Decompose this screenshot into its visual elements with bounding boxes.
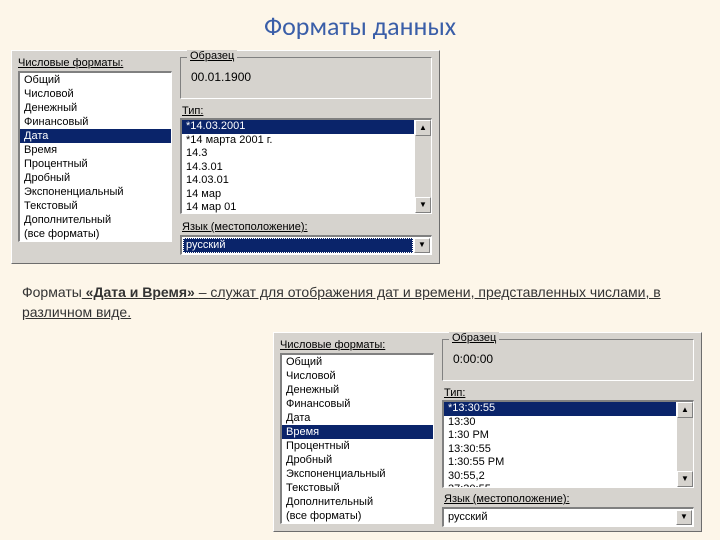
- list-item[interactable]: Процентный: [20, 157, 171, 171]
- list-item[interactable]: Дробный: [282, 453, 433, 467]
- list-item[interactable]: Текстовый: [282, 481, 433, 495]
- language-label: Язык (местоположение):: [444, 493, 570, 505]
- format-category-listbox[interactable]: ОбщийЧисловойДенежныйФинансовыйДатаВремя…: [18, 71, 172, 242]
- language-value: русский: [445, 510, 675, 525]
- list-item[interactable]: 37:30:55: [444, 483, 676, 487]
- list-item[interactable]: 14 мар: [182, 188, 414, 202]
- list-item[interactable]: 13:30:55: [444, 443, 676, 457]
- scroll-up-button[interactable]: ▲: [677, 402, 693, 418]
- list-item[interactable]: Общий: [282, 355, 433, 369]
- language-label: Язык (местоположение):: [182, 221, 308, 233]
- dropdown-arrow-icon[interactable]: ▼: [414, 238, 430, 253]
- scrollbar[interactable]: ▲ ▼: [414, 120, 431, 213]
- list-item[interactable]: (все форматы): [20, 227, 171, 241]
- sample-value: 0:00:00: [453, 352, 493, 366]
- list-item[interactable]: Числовой: [20, 87, 171, 101]
- list-item[interactable]: (все форматы): [282, 509, 433, 523]
- list-item[interactable]: 14.03.01: [182, 174, 414, 188]
- language-dropdown[interactable]: русский ▼: [180, 235, 432, 255]
- format-category-listbox[interactable]: ОбщийЧисловойДенежныйФинансовыйДатаВремя…: [280, 353, 434, 524]
- list-item[interactable]: Денежный: [282, 383, 433, 397]
- list-item[interactable]: Числовой: [282, 369, 433, 383]
- dropdown-arrow-icon[interactable]: ▼: [676, 510, 692, 525]
- type-label: Тип:: [182, 105, 203, 117]
- language-value: русский: [183, 238, 413, 253]
- date-format-panel: Числовые форматы: ОбщийЧисловойДенежныйФ…: [11, 50, 440, 264]
- list-item[interactable]: Дополнительный: [282, 495, 433, 509]
- type-listbox[interactable]: *14.03.2001*14 марта 2001 г.14.314.3.011…: [180, 118, 432, 214]
- time-format-panel: Числовые форматы: ОбщийЧисловойДенежныйФ…: [273, 332, 702, 532]
- list-item[interactable]: Общий: [20, 73, 171, 87]
- sample-value: 00.01.1900: [191, 70, 251, 84]
- description-text: Форматы «Дата и Время» – служат для отоб…: [22, 282, 682, 323]
- language-dropdown[interactable]: русский ▼: [442, 507, 694, 527]
- list-item[interactable]: Время: [282, 425, 433, 439]
- list-item[interactable]: Дата: [20, 129, 171, 143]
- list-item[interactable]: *14 марта 2001 г.: [182, 134, 414, 148]
- type-label: Тип:: [444, 387, 465, 399]
- type-listbox[interactable]: *13:30:5513:301:30 PM13:30:551:30:55 PM3…: [442, 400, 694, 488]
- list-item[interactable]: *13:30:55: [444, 402, 676, 416]
- scroll-down-button[interactable]: ▼: [677, 471, 693, 487]
- list-item[interactable]: Денежный: [20, 101, 171, 115]
- list-item[interactable]: Экспоненциальный: [282, 467, 433, 481]
- list-item[interactable]: Дробный: [20, 171, 171, 185]
- list-item[interactable]: Текстовый: [20, 199, 171, 213]
- list-item[interactable]: Финансовый: [20, 115, 171, 129]
- list-item[interactable]: *14.03.2001: [182, 120, 414, 134]
- scroll-up-button[interactable]: ▲: [415, 120, 431, 136]
- list-item[interactable]: Дополнительный: [20, 213, 171, 227]
- list-item[interactable]: 30:55,2: [444, 470, 676, 484]
- list-item[interactable]: 14.3.01: [182, 161, 414, 175]
- page-title: Форматы данных: [0, 10, 720, 42]
- sample-group: Образец 0:00:00: [442, 339, 694, 381]
- scrollbar[interactable]: ▲ ▼: [676, 402, 693, 487]
- list-item[interactable]: 14.3: [182, 147, 414, 161]
- list-item[interactable]: 1:30 PM: [444, 429, 676, 443]
- list-item[interactable]: 1:30:55 PM: [444, 456, 676, 470]
- list-item[interactable]: Время: [20, 143, 171, 157]
- list-item[interactable]: Процентный: [282, 439, 433, 453]
- scroll-down-button[interactable]: ▼: [415, 197, 431, 213]
- sample-label: Образец: [449, 332, 499, 344]
- sample-group: Образец 00.01.1900: [180, 57, 432, 99]
- list-item[interactable]: 13:30: [444, 416, 676, 430]
- list-item[interactable]: 14 мар 01: [182, 201, 414, 213]
- list-item[interactable]: Экспоненциальный: [20, 185, 171, 199]
- sample-label: Образец: [187, 50, 237, 62]
- list-item[interactable]: Дата: [282, 411, 433, 425]
- list-item[interactable]: Финансовый: [282, 397, 433, 411]
